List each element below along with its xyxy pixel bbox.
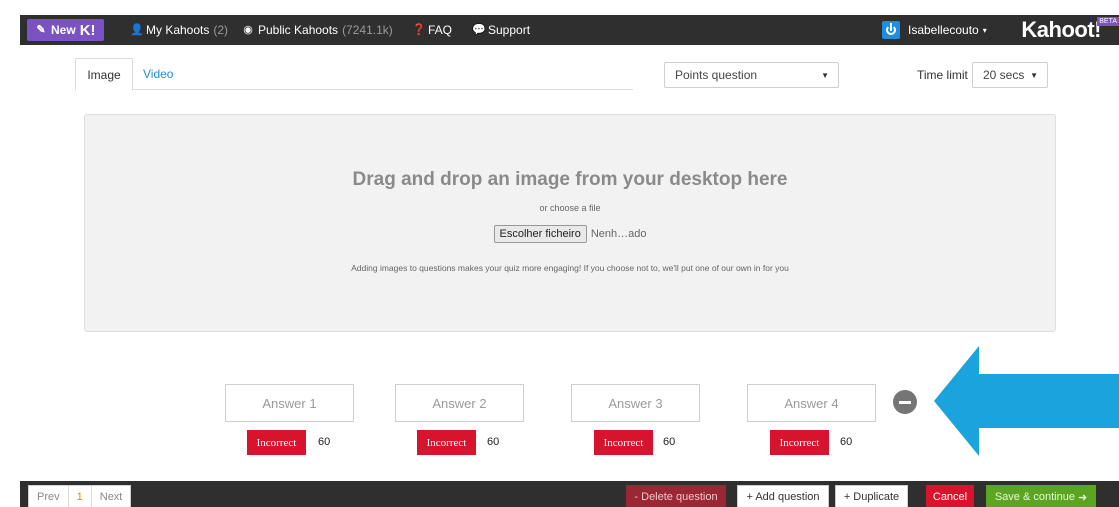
prev-button[interactable]: Prev [29, 486, 69, 507]
answer-4-incorrect-toggle[interactable]: Incorrect [770, 430, 829, 455]
question-type-select[interactable]: Points question ▼ [664, 62, 839, 88]
save-label: Save & continue [994, 491, 1075, 503]
annotation-arrow-icon [934, 346, 1119, 456]
caret-down-icon: ▼ [1030, 71, 1038, 80]
dropzone-or-text: or choose a file [539, 203, 601, 213]
tab-video[interactable]: Video [143, 58, 173, 90]
duplicate-button[interactable]: + Duplicate [835, 485, 908, 507]
support-link[interactable]: 💬 Support [472, 15, 530, 45]
answer-1-input[interactable]: Answer 1 [225, 384, 354, 422]
answer-2-incorrect-toggle[interactable]: Incorrect [417, 430, 476, 455]
bottom-toolbar: Prev 1 Next - Delete question + Add ques… [20, 481, 1119, 507]
save-continue-button[interactable]: Save & continue ➜ [986, 485, 1096, 507]
my-kahoots-count: (2) [213, 23, 229, 37]
next-button[interactable]: Next [92, 486, 131, 507]
answer-3-input[interactable]: Answer 3 [571, 384, 700, 422]
answer-3-seconds: 60 [663, 436, 676, 448]
dropzone-title: Drag and drop an image from your desktop… [352, 169, 788, 190]
user-menu[interactable]: Isabellecouto ▾ [882, 15, 987, 45]
user-icon: 👤 [130, 24, 144, 36]
caret-down-icon: ▼ [821, 71, 829, 80]
my-kahoots-label: My Kahoots [146, 23, 210, 37]
file-picker: Escolher ficheiro Nenh…ado [85, 225, 1055, 243]
media-tabs: Image Video [75, 58, 633, 91]
answer-4-input[interactable]: Answer 4 [747, 384, 876, 422]
my-kahoots-link[interactable]: 👤 My Kahoots (2) [130, 15, 228, 45]
choose-file-button[interactable]: Escolher ficheiro [493, 225, 587, 243]
question-circle-icon: ❓ [412, 24, 426, 36]
faq-label: FAQ [428, 23, 453, 37]
speech-bubble-icon: 💬 [472, 24, 486, 36]
arrow-right-icon: ➜ [1077, 491, 1088, 504]
file-status: Nenh…ado [590, 228, 647, 240]
globe-icon: ◉ [243, 24, 253, 36]
question-type-value: Points question [675, 68, 758, 82]
edit-icon: ✎ [36, 24, 46, 36]
support-label: Support [488, 23, 531, 37]
public-kahoots-label: Public Kahoots [258, 23, 339, 37]
delete-question-button[interactable]: - Delete question [626, 485, 726, 507]
new-k-glyph: K! [79, 21, 96, 39]
time-limit-select[interactable]: 20 secs ▼ [972, 62, 1048, 88]
username: Isabellecouto [908, 23, 979, 37]
chevron-down-icon: ▾ [982, 25, 987, 35]
add-question-button[interactable]: + Add question [737, 485, 829, 507]
pager: Prev 1 Next [28, 485, 132, 507]
faq-link[interactable]: ❓ FAQ [412, 15, 452, 45]
dropzone-hint: Adding images to questions makes your qu… [351, 263, 789, 273]
answer-1-seconds: 60 [318, 436, 331, 448]
public-kahoots-link[interactable]: ◉ Public Kahoots (7241.1k) [242, 15, 393, 45]
answer-4-seconds: 60 [840, 436, 853, 448]
time-limit-label: Time limit [917, 68, 968, 82]
answer-2-seconds: 60 [487, 436, 500, 448]
answer-1-incorrect-toggle[interactable]: Incorrect [247, 430, 306, 455]
image-dropzone[interactable]: Drag and drop an image from your desktop… [84, 114, 1056, 332]
answer-2-input[interactable]: Answer 2 [395, 384, 524, 422]
kahoot-logo: Kahoot! [1021, 17, 1101, 42]
time-limit-value: 20 secs [983, 68, 1025, 82]
page-current[interactable]: 1 [69, 486, 92, 507]
cancel-button[interactable]: Cancel [926, 485, 974, 507]
new-kahoot-button[interactable]: ✎ New K! [27, 19, 104, 41]
new-label: New [51, 23, 76, 37]
answer-3-incorrect-toggle[interactable]: Incorrect [594, 430, 653, 455]
tab-image[interactable]: Image [75, 58, 133, 91]
public-kahoots-count: (7241.1k) [342, 23, 393, 37]
beta-badge: BETA [1097, 17, 1119, 26]
remove-answer-icon[interactable] [893, 390, 917, 414]
top-nav: ✎ New K! 👤 My Kahoots (2) ◉ Public Kahoo… [20, 15, 1119, 45]
power-icon[interactable] [882, 21, 900, 39]
